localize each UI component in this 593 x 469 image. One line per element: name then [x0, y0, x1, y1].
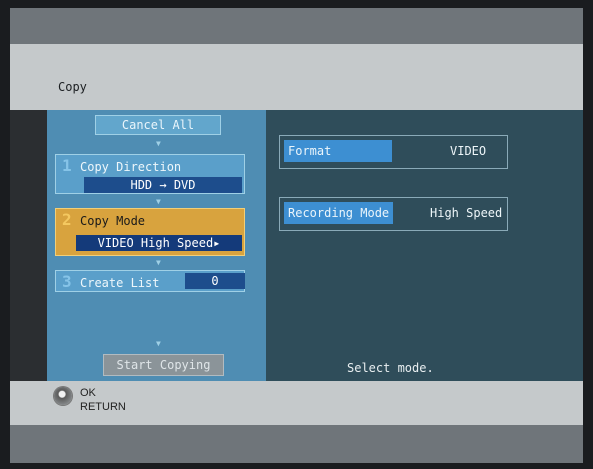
- step-number: 1: [62, 156, 72, 175]
- step-label: Copy Direction: [80, 160, 182, 174]
- down-arrow-icon: ▼: [156, 339, 161, 348]
- step-label: Copy Mode: [80, 214, 146, 228]
- return-key-hint: RETURN: [80, 401, 126, 413]
- step-copy-direction[interactable]: 1 Copy Direction HDD → DVD: [55, 154, 245, 194]
- step-number: 2: [62, 210, 72, 229]
- step-label: Create List: [80, 276, 160, 290]
- status-message: Select mode.: [347, 361, 434, 375]
- step-number: 3: [62, 272, 72, 291]
- copy-mode-value[interactable]: VIDEO High Speed▸: [76, 235, 242, 251]
- bottom-band: [10, 425, 583, 463]
- down-arrow-icon: ▼: [156, 197, 161, 206]
- remote-dpad-icon: [54, 387, 72, 405]
- cancel-all-button[interactable]: Cancel All: [95, 115, 221, 135]
- ok-key-hint: OK: [80, 387, 96, 399]
- recording-mode-label: Recording Mode: [284, 202, 394, 224]
- create-list-count: 0: [185, 273, 245, 289]
- step-create-list[interactable]: 3 Create List 0: [55, 270, 245, 292]
- start-copying-button[interactable]: Start Copying: [103, 354, 224, 376]
- title-bar: Copy: [10, 44, 583, 110]
- tv-screen: Copy Cancel All ▼ 1 Copy Direction HDD →…: [10, 8, 583, 463]
- recording-mode-info: Recording Mode High Speed: [279, 197, 508, 231]
- top-band: [10, 8, 583, 44]
- down-arrow-icon: ▼: [156, 258, 161, 267]
- copy-direction-value: HDD → DVD: [84, 177, 242, 193]
- format-info: Format VIDEO: [279, 135, 508, 169]
- step-copy-mode[interactable]: 2 Copy Mode VIDEO High Speed▸: [55, 208, 245, 256]
- recording-mode-value: High Speed: [430, 206, 503, 220]
- page-title: Copy: [58, 80, 87, 94]
- format-label: Format: [284, 140, 392, 162]
- down-arrow-icon: ▼: [156, 139, 161, 148]
- format-value: VIDEO: [450, 144, 487, 158]
